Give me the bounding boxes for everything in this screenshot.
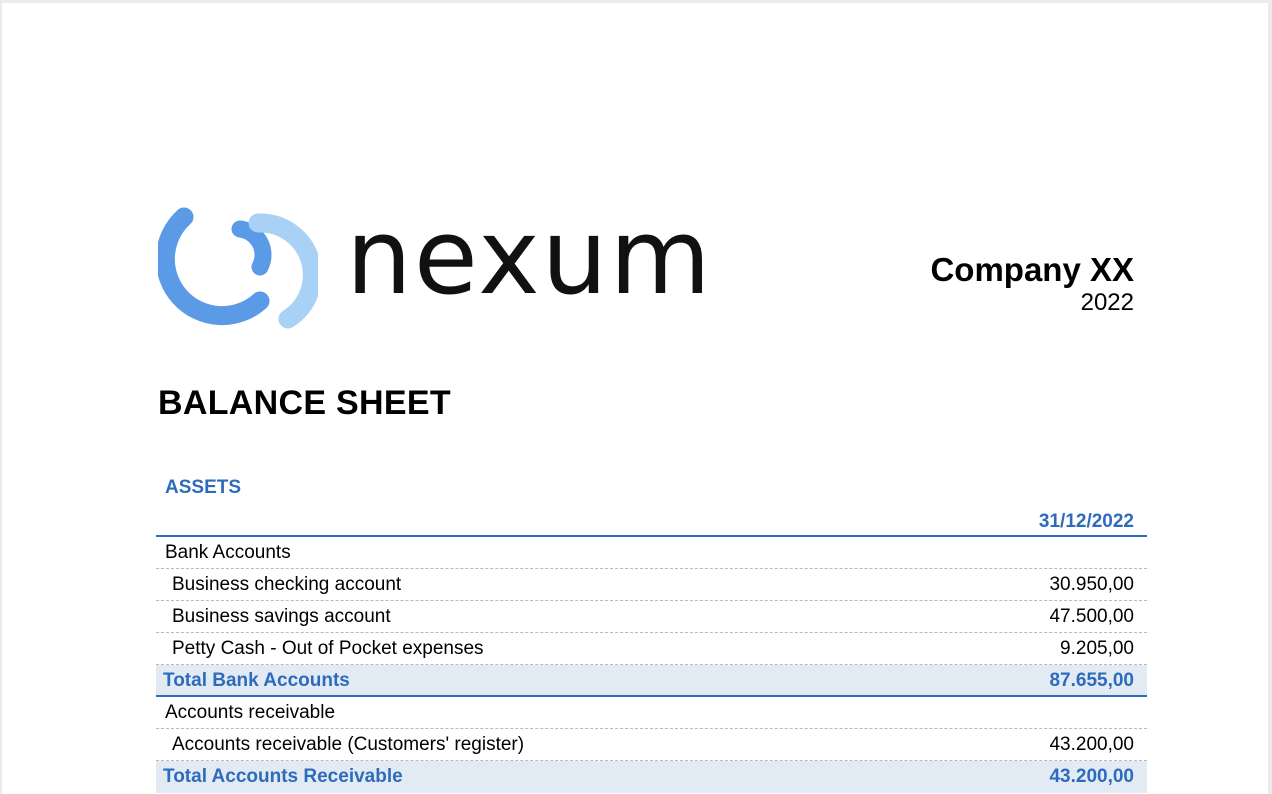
row-value: 47.500,00 <box>1049 606 1134 627</box>
date-column-label: 31/12/2022 <box>1038 511 1134 532</box>
row-label: Accounts receivable <box>165 702 336 723</box>
table-row-group: Bank Accounts <box>156 537 1147 569</box>
row-label: Business checking account <box>172 574 402 595</box>
table-row-group: Accounts receivable <box>156 697 1147 729</box>
table-row: Business checking account 30.950,00 <box>156 569 1147 601</box>
row-label: Bank Accounts <box>165 542 291 563</box>
company-logo: nexum <box>158 196 828 333</box>
assets-table: 31/12/2022 Bank Accounts Business checki… <box>156 505 1147 793</box>
row-value: 9.205,00 <box>1060 638 1134 659</box>
document-title: BALANCE SHEET <box>158 384 451 422</box>
table-row: Business savings account 47.500,00 <box>156 601 1147 633</box>
document-page: nexum Company XX 2022 BALANCE SHEET ASSE… <box>2 3 1268 794</box>
company-header: Company XX 2022 <box>930 251 1134 317</box>
table-row: Petty Cash - Out of Pocket expenses 9.20… <box>156 633 1147 665</box>
total-value: 43.200,00 <box>1049 766 1134 787</box>
company-year: 2022 <box>1080 289 1134 316</box>
logo-wordmark: nexum <box>346 196 713 318</box>
total-value: 87.655,00 <box>1049 670 1134 691</box>
row-label: Accounts receivable (Customers' register… <box>172 734 525 755</box>
swirl-logo-icon <box>158 207 318 329</box>
total-label: Total Bank Accounts <box>163 670 350 691</box>
table-row: Accounts receivable (Customers' register… <box>156 729 1147 761</box>
row-value: 43.200,00 <box>1049 734 1134 755</box>
table-row-total: Total Bank Accounts 87.655,00 <box>156 665 1147 697</box>
company-name: Company XX <box>930 251 1134 288</box>
row-value: 30.950,00 <box>1049 574 1134 595</box>
table-row-total: Total Accounts Receivable 43.200,00 <box>156 761 1147 793</box>
date-column-header: 31/12/2022 <box>156 505 1147 537</box>
row-label: Petty Cash - Out of Pocket expenses <box>172 638 484 659</box>
total-label: Total Accounts Receivable <box>163 766 403 787</box>
assets-heading: ASSETS <box>165 477 242 498</box>
row-label: Business savings account <box>172 606 391 627</box>
